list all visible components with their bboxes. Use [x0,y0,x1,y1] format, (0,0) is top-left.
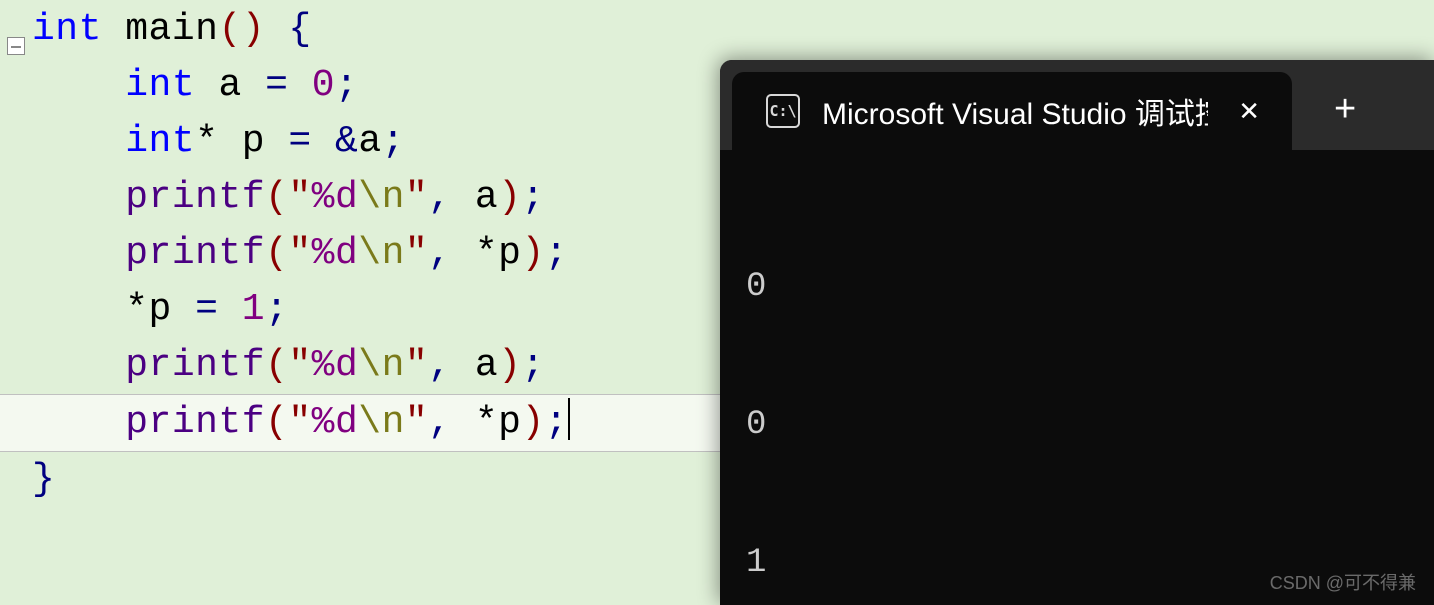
keyword: int [125,64,195,107]
format-spec: %d [312,344,359,387]
operator: = [265,64,288,107]
operator: = [288,120,311,163]
cmd-icon: C:\ [766,94,800,128]
semicolon: ; [382,120,405,163]
output-line: 0 [746,264,1408,310]
function-call: printf [125,176,265,219]
watermark: CSDN @可不得兼 [1270,569,1416,595]
text-cursor [568,398,570,440]
debug-console-window[interactable]: C:\ Microsoft Visual Studio 调试控 ✕ + 0 0 … [720,60,1434,605]
terminal-tab[interactable]: C:\ Microsoft Visual Studio 调试控 ✕ [732,72,1292,150]
titlebar[interactable]: C:\ Microsoft Visual Studio 调试控 ✕ + [720,60,1434,150]
paren: ( [218,8,241,51]
keyword: int [32,8,102,51]
brace: { [288,8,311,51]
number: 1 [242,288,265,331]
code-line[interactable]: int main() { [0,2,1434,58]
fold-minus-icon[interactable] [7,37,25,55]
function-call: printf [125,344,265,387]
keyword: int [125,120,195,163]
new-tab-button[interactable]: + [1334,88,1356,131]
escape-seq: \n [358,401,405,444]
function-call: printf [125,232,265,275]
function-call: printf [125,401,265,444]
terminal-output[interactable]: 0 0 1 1 D:\新建文件夹\VS\VS\猴子选大王\ 要在调试停止时自动关… [720,150,1434,605]
identifier: a [358,120,381,163]
escape-seq: \n [358,176,405,219]
escape-seq: \n [358,344,405,387]
operator: & [335,120,358,163]
number: 0 [312,64,335,107]
escape-seq: \n [358,232,405,275]
output-line: 0 [746,402,1408,448]
identifier: a [218,64,241,107]
format-spec: %d [312,176,359,219]
fold-gutter[interactable] [0,2,32,58]
format-spec: %d [312,401,359,444]
paren: ) [242,8,265,51]
format-spec: %d [312,232,359,275]
code-content: int main() { [32,2,1434,58]
function-name: main [125,8,218,51]
semicolon: ; [335,64,358,107]
tab-title: Microsoft Visual Studio 调试控 [822,89,1208,133]
brace: } [32,458,55,501]
close-icon[interactable]: ✕ [1230,96,1268,127]
identifier: p [242,120,265,163]
star: * [195,120,218,163]
